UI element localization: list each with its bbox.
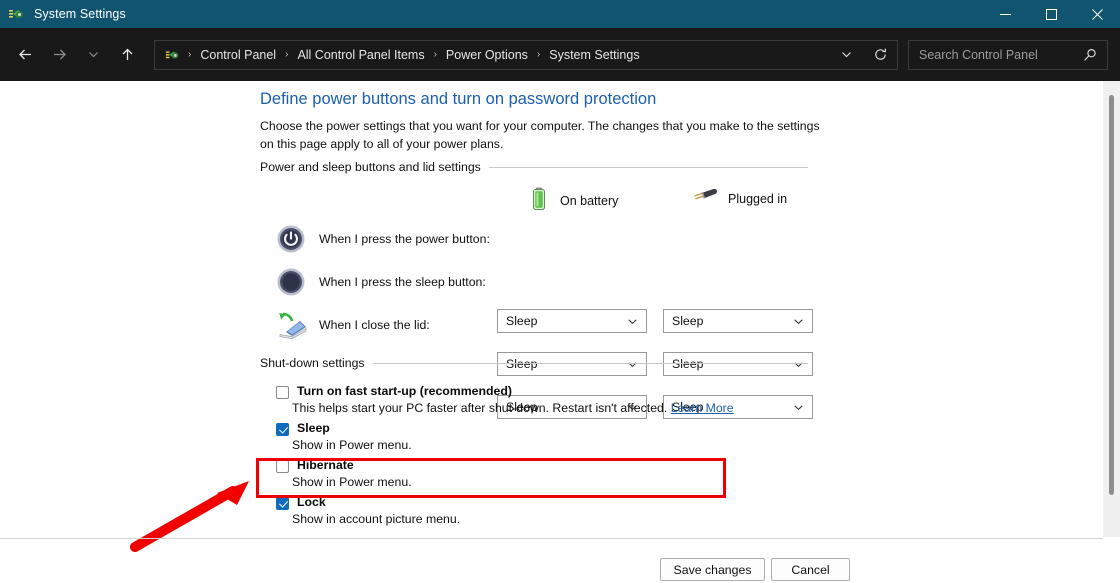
chevron-down-icon[interactable] — [793, 316, 804, 327]
setting-row-sleep-button-label: When I press the sleep button: — [319, 275, 486, 289]
hibernate-checkbox[interactable] — [276, 460, 289, 473]
address-bar[interactable]: › Control Panel › All Control Panel Item… — [154, 39, 898, 70]
power-section-heading-label: Power and sleep buttons and lid settings — [260, 160, 481, 174]
hibernate-label: Hibernate — [297, 458, 354, 472]
checkbox-row-hibernate[interactable]: Hibernate — [276, 458, 354, 473]
page-description: Choose the power settings that you want … — [260, 119, 820, 151]
address-chevron-down-icon[interactable] — [829, 41, 863, 69]
up-arrow-icon[interactable] — [110, 38, 144, 72]
search-input[interactable]: Search Control Panel — [919, 48, 1083, 62]
chevron-down-icon[interactable] — [793, 402, 804, 413]
back-arrow-icon[interactable] — [8, 38, 42, 72]
fast-startup-checkbox[interactable] — [276, 386, 289, 399]
power-plug-icon — [690, 186, 718, 211]
power-button-on-battery-value: Sleep — [506, 314, 538, 328]
breadcrumb-separator: › — [188, 49, 192, 60]
lock-checkbox[interactable] — [276, 497, 289, 510]
maximize-icon[interactable] — [1028, 0, 1074, 28]
setting-row-sleep-button: When I press the sleep button: — [276, 265, 486, 299]
save-changes-button[interactable]: Save changes — [660, 558, 765, 581]
fast-startup-description: This helps start your PC faster after sh… — [292, 401, 734, 415]
sleep-description: Show in Power menu. — [292, 438, 412, 452]
breadcrumb-separator: › — [536, 49, 541, 60]
forward-arrow-icon[interactable] — [42, 38, 76, 72]
setting-row-power-button-label: When I press the power button: — [319, 232, 490, 246]
breadcrumb-item-all-control-panel-items[interactable]: All Control Panel Items — [295, 48, 426, 62]
title-bar: System Settings — [0, 0, 1120, 28]
system-settings-icon — [8, 5, 26, 23]
breadcrumb-item-system-settings[interactable]: System Settings — [547, 48, 641, 62]
learn-more-link[interactable]: Learn More — [671, 401, 734, 415]
minimize-icon[interactable] — [982, 0, 1028, 28]
settings-content: Define power buttons and turn on passwor… — [0, 81, 1120, 583]
power-button-icon — [276, 224, 306, 254]
window-controls — [982, 0, 1120, 28]
checkbox-row-fast-startup[interactable]: Turn on fast start-up (recommended) — [276, 384, 512, 399]
red-arrow-annotation — [130, 481, 249, 552]
section-divider — [488, 166, 808, 168]
setting-row-power-button: When I press the power button: — [276, 222, 490, 256]
cancel-button[interactable]: Cancel — [771, 558, 850, 581]
power-button-plugged-in-dropdown[interactable]: Sleep — [663, 309, 813, 333]
footer-divider — [0, 538, 1103, 539]
column-header-plugged-in: Plugged in — [690, 186, 787, 211]
scrollbar-thumb[interactable] — [1109, 95, 1114, 495]
recent-locations-chevron-down-icon[interactable] — [76, 38, 110, 72]
checkbox-row-lock[interactable]: Lock — [276, 495, 326, 510]
power-button-plugged-in-value: Sleep — [672, 314, 704, 328]
power-section-heading: Power and sleep buttons and lid settings — [260, 160, 808, 174]
fast-startup-label: Turn on fast start-up (recommended) — [297, 384, 512, 398]
system-settings-window: System Settings › Control Panel › All Co… — [0, 0, 1120, 583]
refresh-icon[interactable] — [863, 41, 897, 69]
fast-startup-description-text: This helps start your PC faster after sh… — [292, 401, 668, 415]
breadcrumb-separator: › — [285, 49, 289, 60]
sleep-checkbox[interactable] — [276, 423, 289, 436]
lock-label: Lock — [297, 495, 326, 509]
lock-description: Show in account picture menu. — [292, 512, 461, 526]
search-control-panel-box[interactable]: Search Control Panel — [908, 39, 1108, 70]
shutdown-section-heading-label: Shut-down settings — [260, 356, 365, 370]
column-header-plugged-in-label: Plugged in — [728, 191, 788, 206]
battery-icon — [528, 186, 550, 215]
column-header-on-battery: On battery — [528, 186, 618, 215]
setting-row-close-lid-label: When I close the lid: — [319, 318, 430, 332]
column-header-on-battery-label: On battery — [560, 193, 619, 208]
navigation-toolbar: › Control Panel › All Control Panel Item… — [0, 28, 1120, 81]
breadcrumb-system-settings-icon — [165, 47, 181, 63]
breadcrumb-item-control-panel[interactable]: Control Panel — [198, 48, 278, 62]
checkbox-row-sleep[interactable]: Sleep — [276, 421, 330, 436]
sleep-label: Sleep — [297, 421, 330, 435]
chevron-down-icon[interactable] — [627, 316, 638, 327]
power-button-on-battery-dropdown[interactable]: Sleep — [497, 309, 647, 333]
shutdown-section-heading: Shut-down settings — [260, 356, 808, 370]
search-icon[interactable] — [1083, 48, 1097, 62]
setting-row-close-lid: When I close the lid: — [276, 308, 430, 342]
sleep-button-icon — [276, 267, 306, 297]
vertical-scrollbar[interactable] — [1103, 81, 1120, 537]
page-title: Define power buttons and turn on passwor… — [260, 90, 657, 108]
close-icon[interactable] — [1074, 0, 1120, 28]
laptop-lid-icon — [276, 310, 307, 340]
hibernate-description: Show in Power menu. — [292, 475, 412, 489]
breadcrumb-item-power-options[interactable]: Power Options — [444, 48, 530, 62]
section-divider — [372, 362, 808, 364]
window-title: System Settings — [34, 7, 126, 21]
breadcrumb-separator: › — [433, 49, 437, 60]
